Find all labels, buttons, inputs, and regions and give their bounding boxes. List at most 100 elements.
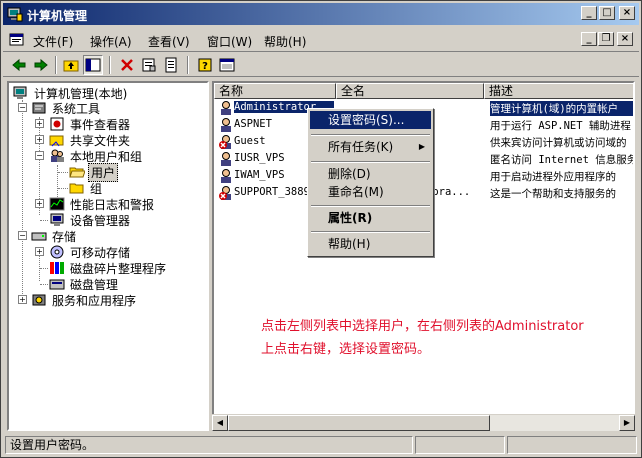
tree-node-system-tools[interactable]: 系统工具 <box>31 100 102 116</box>
forward-icon <box>34 58 48 72</box>
back-icon <box>12 58 26 72</box>
user-icon <box>221 101 231 115</box>
scroll-thumb[interactable] <box>228 415 490 431</box>
export-list-button[interactable] <box>161 55 181 75</box>
status-cell-3 <box>507 436 637 454</box>
expander-shared-folders[interactable]: + <box>35 135 44 144</box>
properties-icon <box>142 58 156 72</box>
maximize-button[interactable]: □ <box>599 6 615 20</box>
mdi-minimize-button[interactable]: _ <box>581 32 597 46</box>
menu-view[interactable]: 查看(V) <box>148 33 190 50</box>
scroll-right-icon[interactable]: ▶ <box>619 415 635 431</box>
tree-node-device-manager[interactable]: 设备管理器 <box>49 212 132 228</box>
status-bar: 设置用户密码。 <box>3 435 639 455</box>
computer-management-window: 计算机管理 _ □ × 文件(F) 操作(A) 查看(V) 窗口(W) 帮助(H… <box>0 0 642 458</box>
tree-node-disk-defragmenter[interactable]: 磁盘碎片整理程序 <box>49 260 168 276</box>
user-icon <box>221 169 231 183</box>
instruction-annotation: 点击左侧列表中选择用户，在右侧列表的Administrator 上点击右键，选择… <box>261 315 621 361</box>
user-icon <box>221 118 231 132</box>
expander-performance-logs[interactable]: + <box>35 199 44 208</box>
menu-action[interactable]: 操作(A) <box>90 33 132 50</box>
forward-button[interactable] <box>31 55 51 75</box>
mdi-close-button[interactable]: × <box>617 32 633 46</box>
toolbar: ? <box>3 53 639 77</box>
folder-icon <box>69 183 84 194</box>
menu-item-all-tasks[interactable]: 所有任务(K) ▶ <box>310 138 431 156</box>
tree-node-groups[interactable]: 组 <box>69 180 104 196</box>
expander-removable-storage[interactable]: + <box>35 247 44 256</box>
menu-item-properties[interactable]: 属性(R) <box>310 209 431 227</box>
removable-storage-icon <box>50 245 64 259</box>
menu-window[interactable]: 窗口(W) <box>207 33 252 50</box>
menu-item-set-password[interactable]: 设置密码(S)... <box>310 111 431 129</box>
disk-management-icon <box>49 279 65 290</box>
shared-folder-icon <box>49 135 64 147</box>
menu-item-delete[interactable]: 删除(D) <box>310 165 431 183</box>
tree-node-removable-storage[interactable]: 可移动存储 <box>49 244 132 260</box>
up-button[interactable] <box>61 55 81 75</box>
menu-bar: 文件(F) 操作(A) 查看(V) 窗口(W) 帮助(H) _ ❐ × <box>3 28 639 52</box>
disabled-user-icon <box>219 135 231 149</box>
menu-file[interactable]: 文件(F) <box>33 33 73 50</box>
expander-services-apps[interactable]: + <box>18 295 27 304</box>
tree-node-storage[interactable]: 存储 <box>31 228 78 244</box>
device-manager-icon <box>50 213 64 226</box>
storage-icon <box>31 232 47 241</box>
tree-node-event-viewer[interactable]: 事件查看器 <box>49 116 132 132</box>
console-tree[interactable]: 计算机管理(本地) − 系统工具 + 事件查看器 + 共享文件夹 − 本地用户和… <box>7 81 209 431</box>
event-viewer-icon <box>50 117 64 131</box>
menu-help[interactable]: 帮助(H) <box>264 33 306 50</box>
show-tree-button[interactable] <box>83 55 103 75</box>
local-users-icon <box>51 149 64 162</box>
disabled-user-icon <box>219 186 231 200</box>
column-header-name[interactable]: 名称 <box>214 83 336 99</box>
title-bar[interactable]: 计算机管理 _ □ × <box>3 3 639 25</box>
column-header-fullname[interactable]: 全名 <box>336 83 484 99</box>
computer-management-icon <box>7 7 23 22</box>
tree-node-shared-folders[interactable]: 共享文件夹 <box>49 132 132 148</box>
minimize-button[interactable]: _ <box>581 6 597 20</box>
expander-local-users[interactable]: − <box>35 151 44 160</box>
status-text: 设置用户密码。 <box>5 436 413 454</box>
tree-node-performance-logs[interactable]: 性能日志和警报 <box>49 196 156 212</box>
annotation-line-1: 点击左侧列表中选择用户，在右侧列表的Administrator <box>261 319 584 334</box>
status-cell-2 <box>415 436 505 454</box>
close-button[interactable]: × <box>619 6 635 20</box>
computer-management-icon <box>13 86 27 99</box>
user-icon <box>221 152 231 166</box>
system-tools-icon <box>32 102 46 114</box>
console-document-icon[interactable] <box>9 32 25 48</box>
expander-storage[interactable]: − <box>18 231 27 240</box>
menu-item-rename[interactable]: 重命名(M) <box>310 183 431 201</box>
back-button[interactable] <box>9 55 29 75</box>
delete-icon <box>121 59 133 71</box>
tree-node-services-applications[interactable]: 服务和应用程序 <box>31 292 138 308</box>
performance-icon <box>49 197 65 211</box>
console-button[interactable] <box>217 55 237 75</box>
services-icon <box>32 294 46 306</box>
scroll-left-icon[interactable]: ◀ <box>212 415 228 431</box>
up-folder-icon <box>63 60 79 72</box>
menu-item-help[interactable]: 帮助(H) <box>310 235 431 253</box>
annotation-line-2: 上点击右键，选择设置密码。 <box>261 342 431 357</box>
show-tree-icon <box>85 58 101 72</box>
window-title: 计算机管理 <box>27 9 88 23</box>
expander-event-viewer[interactable]: + <box>35 119 44 128</box>
help-button[interactable]: ? <box>195 55 215 75</box>
folder-open-icon <box>69 167 85 178</box>
help-icon: ? <box>198 58 212 72</box>
properties-button[interactable] <box>139 55 159 75</box>
export-list-icon <box>165 57 177 73</box>
tree-node-users[interactable]: 用户 <box>69 162 119 182</box>
console-icon <box>219 58 235 72</box>
delete-button[interactable] <box>117 55 137 75</box>
defrag-icon <box>50 262 64 274</box>
mdi-restore-button[interactable]: ❐ <box>598 32 614 46</box>
context-menu: 设置密码(S)... 所有任务(K) ▶ 删除(D) 重命名(M) 属性(R) … <box>307 108 434 257</box>
tree-node-disk-management[interactable]: 磁盘管理 <box>49 276 120 292</box>
column-header-description[interactable]: 描述 <box>484 83 633 99</box>
horizontal-scrollbar[interactable]: ◀ ▶ <box>212 414 635 431</box>
submenu-arrow-icon: ▶ <box>418 142 425 151</box>
svg-text:?: ? <box>202 61 208 72</box>
expander-system-tools[interactable]: − <box>18 103 27 112</box>
